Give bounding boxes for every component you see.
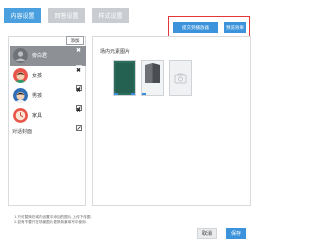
tab-content-settings[interactable]: 内容设置: [4, 8, 41, 23]
list-item-label: 旁白君: [32, 53, 48, 59]
cancel-button[interactable]: 取消: [197, 228, 217, 239]
tab-answer-settings[interactable]: 回答设置: [48, 8, 85, 23]
footer-note-line: 2.如有不要只在场景图片更换背景填写中使用.: [14, 220, 87, 224]
list-item-narrator[interactable]: 旁白君 ✖: [10, 46, 86, 71]
camera-icon: [174, 73, 187, 84]
dialog-cover-item[interactable]: 对话封面: [12, 128, 32, 135]
cabinet-image-icon: [142, 61, 163, 95]
list-item-furniture[interactable]: 家具 ✖: [10, 106, 86, 131]
dialog: 内容设置 回答设置 样式设置 提交到播放器 预览效果 添加 旁白君 ✖ 女孩 ✖…: [0, 0, 266, 245]
gray-avatar-icon: [13, 48, 28, 63]
delete-icon[interactable]: ✖: [76, 67, 81, 74]
edit-icon[interactable]: [76, 56, 82, 71]
list-item-label: 男孩: [32, 93, 43, 99]
section-title: 场内元素图片: [100, 49, 131, 55]
edit-icon[interactable]: [76, 96, 82, 111]
add-character-button[interactable]: 添加: [66, 36, 84, 45]
boy-avatar-icon: [13, 88, 28, 103]
edit-icon[interactable]: [76, 76, 82, 91]
preview-button[interactable]: 预览效果: [224, 22, 246, 33]
element-image-thumbnail[interactable]: [113, 60, 136, 96]
submit-to-player-button[interactable]: 提交到播放器: [173, 22, 218, 33]
footer-note: 1.只可替换在域内设置中添加的图片,上传下传图. 2.如有不要只在场景图片更换背…: [14, 215, 92, 225]
save-button[interactable]: 保存: [226, 228, 246, 239]
delete-icon[interactable]: ✖: [76, 107, 81, 114]
edit-icon[interactable]: [76, 116, 82, 131]
delete-icon[interactable]: ✖: [76, 87, 81, 94]
element-image-thumbnail[interactable]: [141, 60, 164, 96]
girl-avatar-icon: [13, 68, 28, 83]
delete-icon[interactable]: ✖: [76, 47, 81, 54]
image-placeholder[interactable]: [169, 60, 192, 96]
list-item-girl[interactable]: 女孩 ✖: [10, 66, 86, 91]
list-item-label: 女孩: [32, 73, 43, 79]
door-image-icon: [114, 61, 135, 95]
list-item-label: 家具: [32, 113, 43, 119]
list-item-boy[interactable]: 男孩 ✖: [10, 86, 86, 111]
tab-style-settings[interactable]: 样式设置: [92, 8, 129, 23]
clock-avatar-icon: [13, 108, 28, 123]
